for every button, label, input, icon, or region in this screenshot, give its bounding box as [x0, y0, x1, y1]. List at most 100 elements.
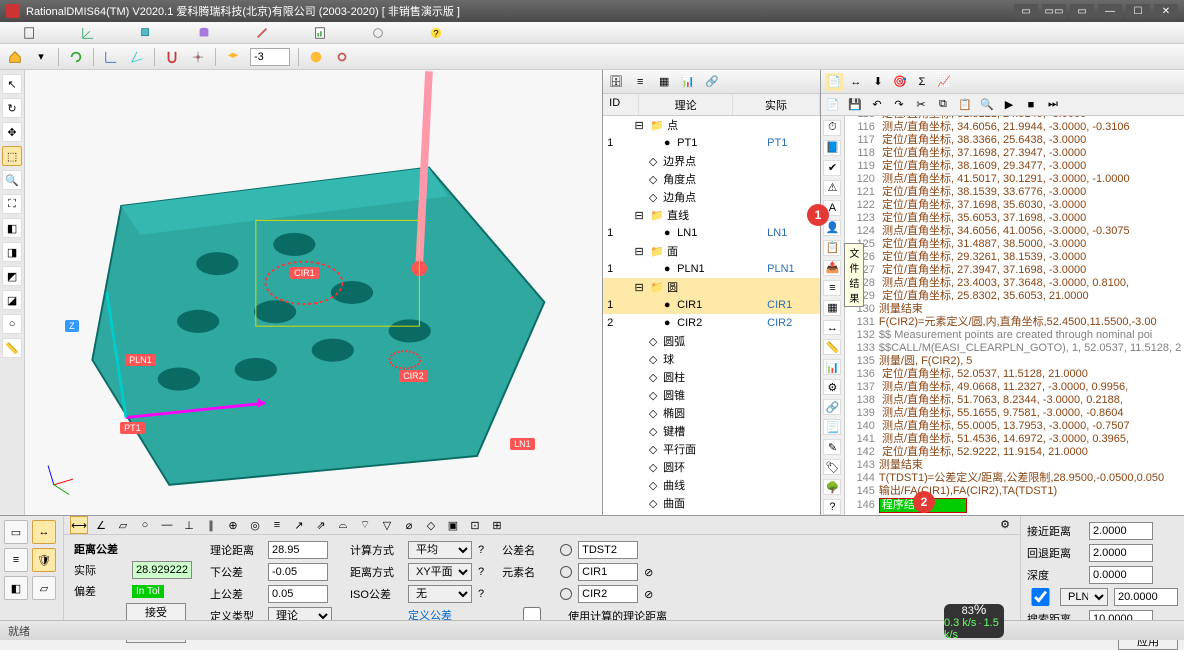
tol-sprof-icon[interactable]: ⌔ [356, 516, 374, 534]
side-chart-icon[interactable]: 📊 [823, 359, 841, 375]
viewport-3d[interactable]: Z PLN1 PT1 LN1 CIR1 CIR2 [25, 70, 603, 515]
tree-row[interactable]: ◇键槽 [603, 422, 820, 440]
dir-select[interactable]: XY平面 [408, 563, 472, 581]
tab-var-icon[interactable]: Σ [913, 73, 931, 91]
window-group3-icon[interactable]: ▭ [1070, 4, 1094, 18]
program-code[interactable]: 92 ENDIF93 TD = 赋值/(TARX - CCX) * CCI + … [845, 116, 1184, 515]
retract-input[interactable] [1089, 544, 1153, 562]
plane-checkbox[interactable] [1027, 588, 1054, 606]
minimize-button[interactable]: — [1098, 4, 1122, 18]
menu-report-icon[interactable] [300, 25, 340, 41]
mode-list-icon[interactable]: ≡ [4, 548, 28, 572]
iso-select[interactable]: 无 [408, 585, 472, 603]
gear-icon[interactable]: ⚙ [1000, 518, 1010, 531]
side-list-icon[interactable]: ≡ [823, 280, 841, 296]
tree-row[interactable]: ◇曲线 [603, 476, 820, 494]
approach-input[interactable] [1089, 522, 1153, 540]
probe-tool-icon[interactable]: ○ [2, 314, 22, 334]
settings-icon[interactable] [333, 48, 351, 66]
tol-flat-icon[interactable]: ▱ [114, 516, 132, 534]
measure-tool-icon[interactable]: 📏 [2, 338, 22, 358]
tree-row[interactable]: ◇边界点 [603, 152, 820, 170]
maximize-button[interactable]: ☐ [1126, 4, 1150, 18]
side-label-icon[interactable]: 🏷 [823, 459, 841, 475]
tree-row[interactable]: ⊟📁点 [603, 116, 820, 134]
side-tree-icon[interactable]: 🌳 [823, 479, 841, 495]
layer-icon[interactable] [224, 48, 242, 66]
save-icon[interactable]: 💾 [847, 97, 863, 113]
new-icon[interactable]: 📄 [825, 97, 841, 113]
accept-button[interactable]: 接受 [126, 603, 186, 621]
tab-feature-db-icon[interactable]: 🗄 [607, 73, 625, 91]
dir-help-icon[interactable]: ? [478, 566, 484, 578]
side-link-icon[interactable]: 🔗 [823, 399, 841, 415]
paste-icon[interactable]: 📋 [957, 97, 973, 113]
menu-edit-icon[interactable] [242, 25, 282, 41]
tree-row[interactable]: ◇曲面 [603, 494, 820, 512]
tol-prof-icon[interactable]: ⌓ [334, 516, 352, 534]
tab-graph-icon[interactable]: 📈 [935, 73, 953, 91]
run-icon[interactable]: ▶ [1001, 97, 1017, 113]
side-output-icon[interactable]: 📤 [823, 260, 841, 276]
upper-input[interactable] [268, 585, 328, 603]
refresh-icon[interactable] [67, 48, 85, 66]
tol-extra3-icon[interactable]: ⊡ [466, 516, 484, 534]
tol-extra2-icon[interactable]: ▣ [444, 516, 462, 534]
tree-row[interactable]: ⊟📁直线 [603, 206, 820, 224]
tree-row[interactable]: ⊟📁圆 [603, 278, 820, 296]
menu-tool-icon[interactable] [358, 25, 398, 41]
side-grid-icon[interactable]: ▦ [823, 300, 841, 316]
mode-box-icon[interactable]: ▭ [4, 520, 28, 544]
tab-probe-icon[interactable]: 🎯 [891, 73, 909, 91]
tol-round-icon[interactable]: ○ [136, 516, 154, 534]
tab-program-icon[interactable]: 📄 [825, 73, 843, 91]
tab-feature-grid-icon[interactable]: ▦ [655, 73, 673, 91]
side-ruler-icon[interactable]: 📏 [823, 339, 841, 355]
elem2-input[interactable] [578, 585, 638, 603]
tolname-radio[interactable] [560, 544, 572, 556]
side-warn-icon[interactable]: ⚠ [823, 180, 841, 196]
close-button[interactable]: ✕ [1154, 4, 1178, 18]
elem2-radio[interactable] [560, 588, 572, 600]
stop-icon[interactable]: ■ [1023, 97, 1039, 113]
tol-run-icon[interactable]: ↗ [290, 516, 308, 534]
palette-icon[interactable] [307, 48, 325, 66]
side-config-icon[interactable]: ⚙ [823, 379, 841, 395]
tol-cyl-icon[interactable]: ⌀ [400, 516, 418, 534]
side-help-icon[interactable]: ? [823, 499, 841, 515]
menu-help-icon[interactable]: ? [416, 25, 456, 41]
tree-row[interactable]: ◇平行面 [603, 440, 820, 458]
tab-tol-icon[interactable]: ↔ [847, 73, 865, 91]
copy-icon[interactable]: ⧉ [935, 97, 951, 113]
side-doc-icon[interactable]: 📃 [823, 419, 841, 435]
plane-select[interactable]: PLN1 [1060, 588, 1108, 606]
tol-pos-icon[interactable]: ⊕ [224, 516, 242, 534]
side-fileresult-icon[interactable]: 📋 文件结果 [823, 240, 841, 256]
view2-tool-icon[interactable]: ◨ [2, 242, 22, 262]
axis-blue-icon[interactable] [102, 48, 120, 66]
window-group1-icon[interactable]: ▭ [1014, 4, 1038, 18]
elem1-clear-icon[interactable]: ⊘ [644, 566, 653, 579]
side-edit-icon[interactable]: ✎ [823, 439, 841, 455]
elem1-radio[interactable] [560, 566, 572, 578]
magnet-icon[interactable] [163, 48, 181, 66]
tree-row[interactable]: 1●PT1PT1 [603, 134, 820, 152]
calc-help-icon[interactable]: ? [478, 544, 484, 556]
tol-dist-icon[interactable]: ⟷ [70, 516, 88, 534]
elem2-clear-icon[interactable]: ⊘ [644, 588, 653, 601]
cut-icon[interactable]: ✂ [913, 97, 929, 113]
mode-cube-icon[interactable]: ◧ [4, 576, 28, 600]
layer-input[interactable] [250, 48, 290, 66]
elem1-input[interactable] [578, 563, 638, 581]
tree-row[interactable]: ◇边角点 [603, 188, 820, 206]
feature-tree[interactable]: ⊟📁点1●PT1PT1◇边界点◇角度点◇边角点⊟📁直线1●LN1LN1⊟📁面1●… [603, 116, 820, 515]
plane-value-input[interactable] [1114, 588, 1178, 606]
tol-cone-icon[interactable]: ▽ [378, 516, 396, 534]
origin-icon[interactable] [189, 48, 207, 66]
mode-plane-icon[interactable]: ▱ [32, 576, 56, 600]
tree-row[interactable]: ◇圆弧 [603, 332, 820, 350]
window-group2-icon[interactable]: ▭▭ [1042, 4, 1066, 18]
tree-row[interactable]: ⊟📁面 [603, 242, 820, 260]
tab-feature-list-icon[interactable]: ≡ [631, 73, 649, 91]
tab-output-icon[interactable]: ⬇ [869, 73, 887, 91]
